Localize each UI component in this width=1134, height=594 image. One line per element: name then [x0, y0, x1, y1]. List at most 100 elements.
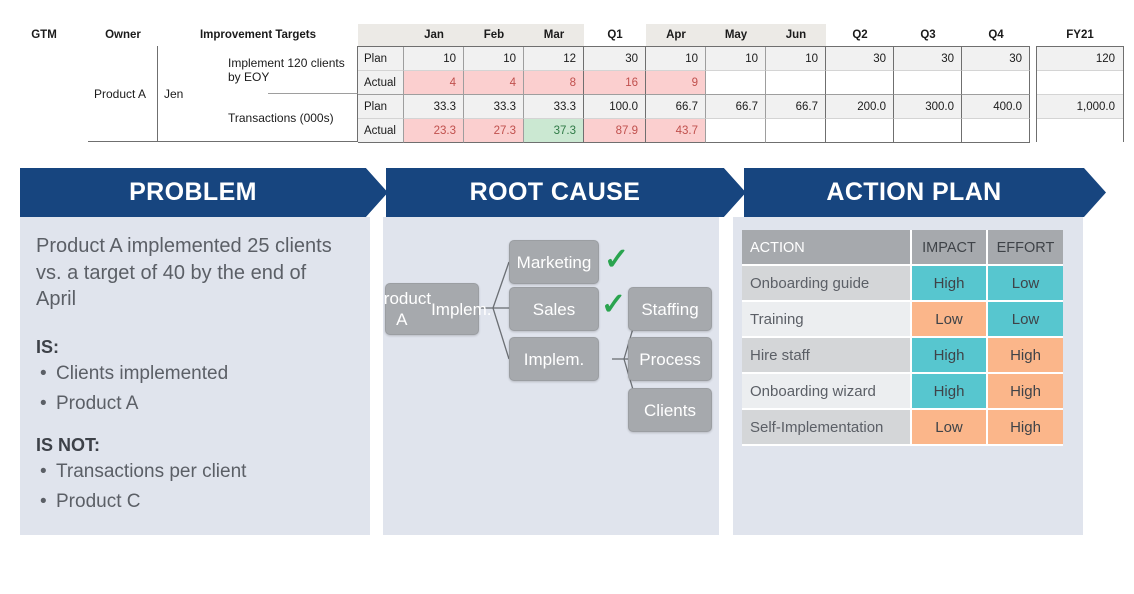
- col-header-feb: Feb: [464, 24, 524, 46]
- cell-impact-1: Low: [912, 302, 988, 338]
- cell-fy21-plan-2: 1,000.0: [1037, 95, 1123, 119]
- rowlabel-actual-2: Actual: [358, 119, 404, 143]
- cell-t1-actual-q3: [894, 71, 962, 95]
- cell-t2-plan-jun: 66.7: [766, 95, 826, 119]
- fy21-grid: 120 1,000.0: [1036, 46, 1124, 143]
- cell-impact-4: Low: [912, 410, 988, 446]
- cell-t1-actual-feb: 4: [464, 71, 524, 95]
- cell-effort-1: Low: [988, 302, 1063, 338]
- cell-effort-4: High: [988, 410, 1063, 446]
- problem-isnot-label: IS NOT:: [36, 435, 101, 455]
- col-header-jun: Jun: [766, 24, 826, 46]
- cell-t1-plan-jan: 10: [404, 47, 464, 71]
- col-header-planactual: [358, 24, 404, 46]
- table-row: Actual 23.3 27.3 37.3 87.9 43.7: [358, 119, 1030, 143]
- cell-t1-plan-q1: 30: [584, 47, 646, 71]
- col-header-fy21: FY21: [1066, 29, 1094, 41]
- cell-t1-actual-may: [706, 71, 766, 95]
- node-clients: Clients: [628, 388, 712, 432]
- bullet-icon: •: [40, 491, 47, 512]
- col-header-apr: Apr: [646, 24, 706, 46]
- col-header-q3: Q3: [920, 29, 936, 41]
- cell-t1-plan-mar: 12: [524, 47, 584, 71]
- col-header-may: May: [706, 24, 766, 46]
- cell-t2-actual-q1: 87.9: [584, 119, 646, 143]
- cell-t1-actual-jun: [766, 71, 826, 95]
- cell-t2-actual-jun: [766, 119, 826, 143]
- problem-isnot-item-1: Product C: [56, 491, 141, 512]
- cell-action-3: Onboarding wizard: [742, 374, 912, 410]
- cell-t1-plan-apr: 10: [646, 47, 706, 71]
- node-label-root-line1: Product A: [372, 289, 432, 329]
- cell-t1-plan-q2: 30: [826, 47, 894, 71]
- col-header-mar: Mar: [524, 24, 584, 46]
- col-header-owner: Owner: [105, 29, 141, 41]
- node-process: Process: [628, 337, 712, 381]
- problem-panel: Product A implemented 25 clients vs. a t…: [20, 217, 370, 535]
- table-row: Plan 33.3 33.3 33.3 100.0 66.7 66.7 66.7…: [358, 95, 1030, 119]
- cell-impact-2: High: [912, 338, 988, 374]
- rowlabel-plan-2: Plan: [358, 95, 404, 119]
- cell-t2-actual-jan: 23.3: [404, 119, 464, 143]
- cell-effort-2: High: [988, 338, 1063, 374]
- cell-t2-plan-q4: 400.0: [962, 95, 1030, 119]
- cell-fy21-actual-1: [1037, 71, 1123, 95]
- node-staffing: Staffing: [628, 287, 712, 331]
- col-header-q1: Q1: [607, 29, 623, 41]
- cell-t2-actual-q2: [826, 119, 894, 143]
- checkmark-sales-icon: ✓: [601, 288, 627, 321]
- node-label-root-line2: Implem.: [431, 299, 492, 319]
- cell-t1-actual-q4: [962, 71, 1030, 95]
- rowlabel-actual-1: Actual: [358, 71, 404, 95]
- cell-impact-0: High: [912, 266, 988, 302]
- cell-effort-3: High: [988, 374, 1063, 410]
- list-item: • Clients implemented: [40, 363, 228, 385]
- cell-t1-plan-q4: 30: [962, 47, 1030, 71]
- cell-impact-3: High: [912, 374, 988, 410]
- node-sales: Sales: [509, 287, 599, 331]
- problem-statement: Product A implemented 25 clients vs. a t…: [36, 235, 332, 310]
- cell-t1-actual-q1: 16: [584, 71, 646, 95]
- cell-fy21-plan-1: 120: [1037, 47, 1123, 71]
- cell-t1-actual-q2: [826, 71, 894, 95]
- node-product-a-implem: Product A Implem.: [372, 283, 492, 335]
- cell-t1-plan-q3: 30: [894, 47, 962, 71]
- problem-is-item-1: Product A: [56, 393, 139, 414]
- col-header-q2: Q2: [852, 29, 868, 41]
- list-item: • Product C: [40, 491, 140, 513]
- problem-is-item-0: Clients implemented: [56, 363, 229, 384]
- cell-t1-actual-apr: 9: [646, 71, 706, 95]
- cell-t2-plan-jan: 33.3: [404, 95, 464, 119]
- table-row: Actual 4 4 8 16 9: [358, 71, 1030, 95]
- cell-action-4: Self-Implementation: [742, 410, 912, 446]
- node-marketing: Marketing: [509, 240, 599, 284]
- problem-is-label: IS:: [36, 337, 60, 357]
- cell-t2-plan-q3: 300.0: [894, 95, 962, 119]
- cell-t2-actual-mar: 37.3: [524, 119, 584, 143]
- banner-problem-tip: [366, 168, 388, 217]
- process-banner: PROBLEM ROOT CAUSE ACTION PLAN: [0, 168, 1134, 217]
- col-header-effort: EFFORT: [988, 230, 1063, 266]
- bullet-icon: •: [40, 363, 47, 384]
- cell-t2-plan-may: 66.7: [706, 95, 766, 119]
- cell-target-name-2: Transactions (000s): [228, 111, 334, 125]
- cell-t2-actual-may: [706, 119, 766, 143]
- banner-actionplan-tip: [1084, 168, 1106, 217]
- table-row: Plan 10 10 12 30 10 10 10 30 30 30: [358, 47, 1030, 71]
- cell-t2-plan-apr: 66.7: [646, 95, 706, 119]
- cell-t1-plan-jun: 10: [766, 47, 826, 71]
- cell-t2-actual-q4: [962, 119, 1030, 143]
- bullet-icon: •: [40, 461, 47, 482]
- list-item: • Transactions per client: [40, 461, 246, 483]
- cell-gtm: Product A: [88, 46, 158, 142]
- problem-isnot-item-0: Transactions per client: [56, 461, 247, 482]
- checkmark-marketing-icon: ✓: [604, 243, 630, 276]
- banner-action-plan: ACTION PLAN: [744, 168, 1084, 217]
- cell-t2-plan-feb: 33.3: [464, 95, 524, 119]
- bullet-icon: •: [40, 393, 47, 414]
- cell-t2-plan-q1: 100.0: [584, 95, 646, 119]
- col-header-jan: Jan: [404, 24, 464, 46]
- cell-t1-actual-mar: 8: [524, 71, 584, 95]
- list-item: • Product A: [40, 393, 138, 415]
- banner-problem: PROBLEM: [20, 168, 366, 217]
